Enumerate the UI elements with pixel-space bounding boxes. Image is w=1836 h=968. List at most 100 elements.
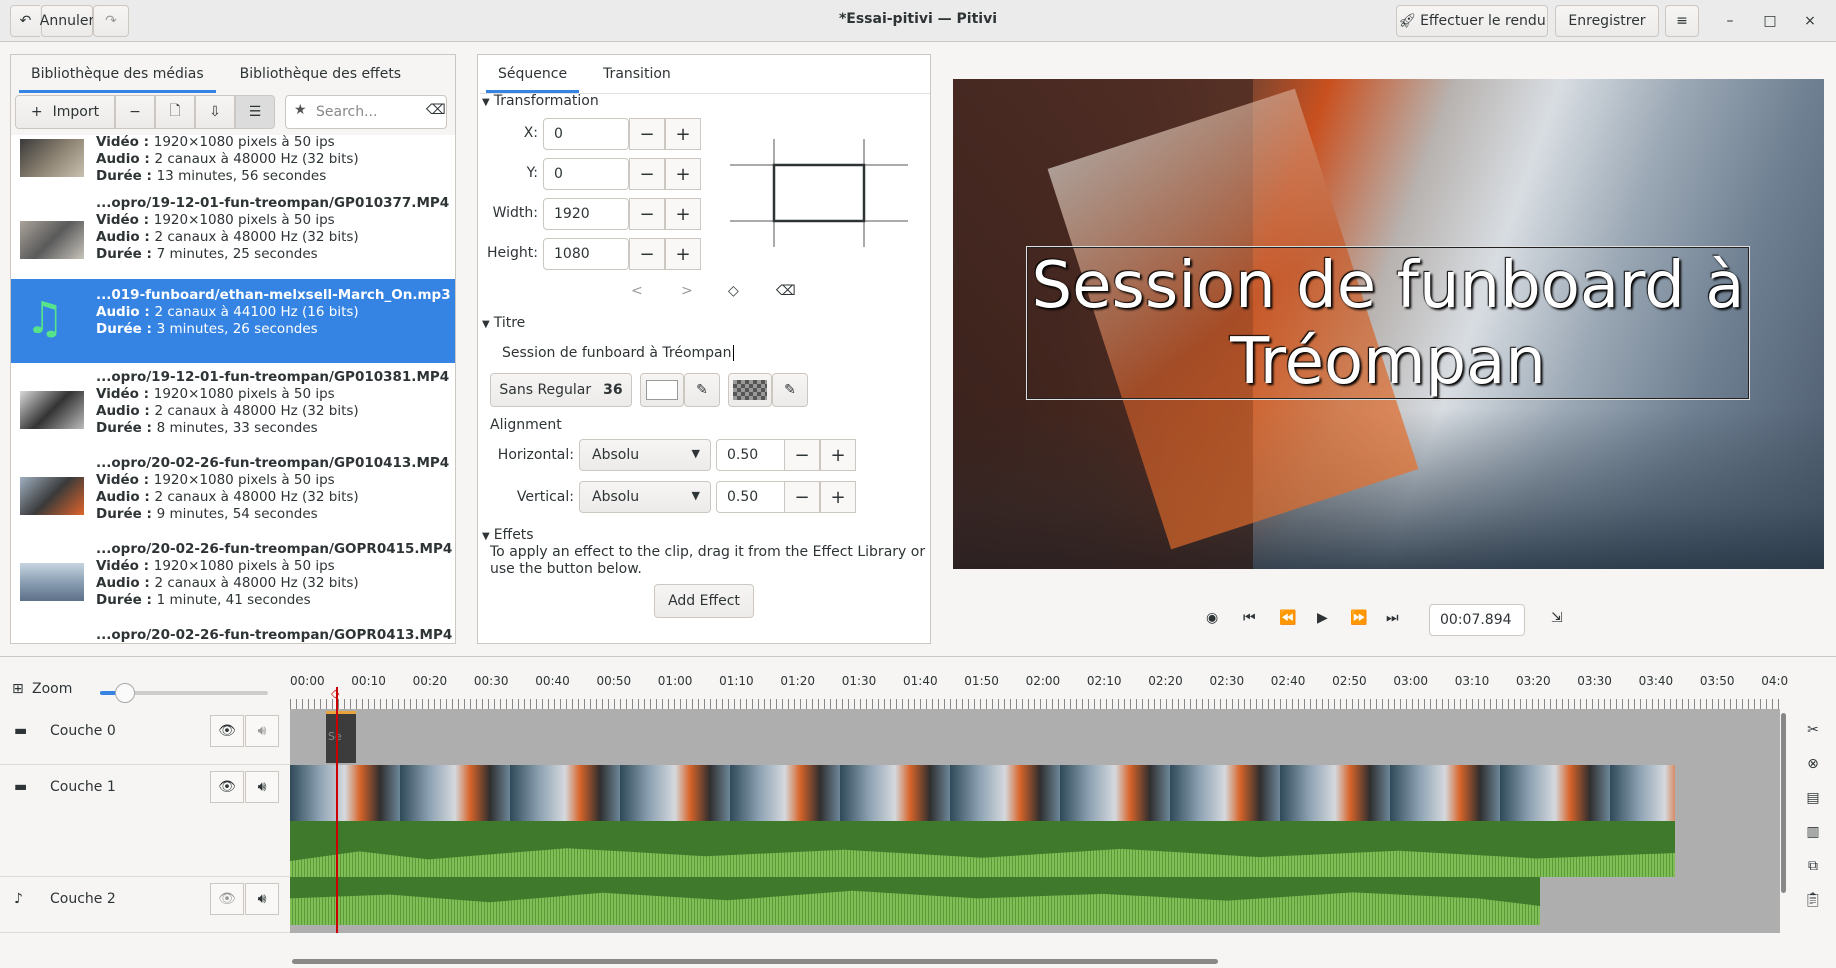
tab-sequence[interactable]: Séquence	[480, 55, 585, 93]
layer-audio-toggle[interactable]: 🔊︎	[245, 715, 279, 747]
x-decrement-button[interactable]: −	[629, 118, 665, 150]
layer-visibility-toggle[interactable]: 👁︎	[210, 771, 244, 803]
minimize-button[interactable]: –	[1718, 9, 1742, 33]
title-expander[interactable]: ▼ Titre	[482, 315, 525, 331]
next-keyframe-button[interactable]: >	[681, 283, 693, 299]
layer-header-1[interactable]: ▬ Couche 1 👁︎ 🔊︎	[0, 765, 290, 877]
go-to-start-button[interactable]: ⏮	[1243, 610, 1256, 626]
track-layer-1[interactable]	[290, 765, 1780, 877]
font-chooser-button[interactable]: Sans Regular 36	[490, 373, 632, 407]
text-color-button[interactable]	[640, 373, 684, 407]
video-clip-thumbnails[interactable]	[290, 765, 1675, 821]
remove-media-button[interactable]: −	[115, 95, 155, 129]
plus-icon: +	[30, 104, 43, 120]
media-list[interactable]: Vidéo : 1920×1080 pixels à 50 ips Audio …	[11, 135, 455, 643]
height-field[interactable]: 1080	[543, 238, 629, 270]
tab-effects-library[interactable]: Bibliothèque des effets	[222, 55, 419, 93]
track-layer-0[interactable]: Se	[290, 709, 1780, 765]
background-color-picker-button[interactable]: ✎	[772, 373, 808, 407]
list-item-selected[interactable]: ♫ ...019-funboard/ethan-melxsell-March_O…	[11, 279, 455, 363]
tab-media-library[interactable]: Bibliothèque des médias	[13, 55, 222, 93]
x-field[interactable]: 0	[543, 118, 629, 150]
time-ruler[interactable]: 00:00 00:10 00:20 00:30 00:40 00:50 01:00 01:10…	[290, 657, 1788, 709]
detach-viewer-button[interactable]: ⇲	[1551, 610, 1563, 626]
video-thumbnail	[20, 563, 84, 601]
split-clip-button[interactable]: ✂	[1798, 715, 1828, 745]
import-button[interactable]: + Import	[15, 95, 115, 129]
height-increment-button[interactable]: +	[665, 238, 701, 270]
list-item[interactable]: ...opro/20-02-26-fun-treompan/GOPR0413.M…	[11, 623, 455, 643]
delete-clip-button[interactable]: ⊗	[1798, 749, 1828, 779]
keyframe-toggle-button[interactable]: ◇	[728, 283, 739, 299]
close-button[interactable]: ×	[1798, 9, 1822, 33]
render-button[interactable]: 🚀︎ Effectuer le rendu	[1396, 5, 1548, 37]
align-clips-button[interactable]: ⧉	[1798, 851, 1828, 881]
clip-properties-button[interactable]: 🗋	[155, 95, 195, 129]
snapshot-button[interactable]: ◉	[1206, 610, 1218, 626]
reset-button[interactable]: ⌫	[776, 283, 796, 299]
y-field[interactable]: 0	[543, 158, 629, 190]
background-color-button[interactable]	[728, 373, 772, 407]
title-clip[interactable]: Se	[326, 711, 356, 763]
horizontal-increment-button[interactable]: +	[820, 439, 856, 471]
group-clips-button[interactable]: ▤	[1798, 783, 1828, 813]
width-increment-button[interactable]: +	[665, 198, 701, 230]
list-view-toggle[interactable]: ☰	[235, 95, 275, 129]
layer-visibility-toggle[interactable]: 👁︎	[210, 715, 244, 747]
layer-audio-toggle[interactable]: 🔊︎	[245, 771, 279, 803]
y-decrement-button[interactable]: −	[629, 158, 665, 190]
audio-waveform-clip[interactable]	[290, 821, 1675, 877]
vertical-decrement-button[interactable]: −	[784, 481, 820, 513]
play-button[interactable]: ▶	[1317, 610, 1328, 626]
ungroup-clips-button[interactable]: ▥	[1798, 817, 1828, 847]
list-item[interactable]: ...opro/19-12-01-fun-treompan/GP010381.M…	[11, 365, 455, 451]
effects-expander[interactable]: ▼ Effets	[482, 527, 534, 543]
music-clip[interactable]	[290, 877, 1540, 925]
zoom-slider-handle[interactable]	[115, 683, 136, 703]
layer-header-2[interactable]: ♪ Couche 2 👁︎ 🔊︎	[0, 877, 290, 933]
maximize-button[interactable]: □	[1758, 9, 1782, 33]
vertical-mode-select[interactable]: Absolu ▼	[579, 481, 711, 513]
layer-audio-toggle[interactable]: 🔊︎	[245, 883, 279, 915]
list-item[interactable]: ...opro/20-02-26-fun-treompan/GP010413.M…	[11, 451, 455, 537]
timeline-hscrollbar[interactable]	[292, 959, 1218, 964]
text-color-picker-button[interactable]: ✎	[684, 373, 720, 407]
forward-button[interactable]: ⏩	[1350, 610, 1367, 626]
horizontal-decrement-button[interactable]: −	[784, 439, 820, 471]
prev-keyframe-button[interactable]: <	[631, 283, 643, 299]
timeline-vscrollbar[interactable]	[1781, 713, 1786, 893]
track-layer-2[interactable]	[290, 877, 1780, 933]
main-menu-button[interactable]: ≡	[1665, 5, 1699, 37]
playhead[interactable]: ◇	[331, 687, 339, 933]
title-text-field[interactable]: Session de funboard à Tréompan	[502, 345, 922, 371]
tab-transition[interactable]: Transition	[585, 55, 689, 93]
y-increment-button[interactable]: +	[665, 158, 701, 190]
transform-preview[interactable]	[730, 139, 910, 249]
list-item[interactable]: ...opro/20-02-26-fun-treompan/GOPR0415.M…	[11, 537, 455, 623]
vertical-increment-button[interactable]: +	[820, 481, 856, 513]
x-increment-button[interactable]: +	[665, 118, 701, 150]
width-field[interactable]: 1920	[543, 198, 629, 230]
rocket-icon: 🚀︎	[1398, 13, 1417, 29]
save-button[interactable]: Enregistrer	[1555, 5, 1659, 37]
ruler-tick-label: 01:40	[903, 674, 938, 688]
timecode-field[interactable]: 00:07.894	[1429, 604, 1525, 636]
media-search-input[interactable]: ★ Search... ⌫	[285, 95, 447, 129]
list-item[interactable]: Vidéo : 1920×1080 pixels à 50 ips Audio …	[11, 135, 455, 195]
width-decrement-button[interactable]: −	[629, 198, 665, 230]
layer-visibility-toggle[interactable]: 👁︎	[210, 883, 244, 915]
paste-button[interactable]: 📋︎	[1798, 885, 1828, 915]
title-overlay-box[interactable]: Session de funboard à Tréompan	[1026, 246, 1750, 400]
zoom-slider[interactable]	[100, 683, 268, 703]
add-effect-button[interactable]: Add Effect	[654, 584, 754, 618]
minus-icon: −	[129, 104, 141, 120]
horizontal-mode-select[interactable]: Absolu ▼	[579, 439, 711, 471]
insert-end-button[interactable]: ⇩	[195, 95, 235, 129]
transformation-expander[interactable]: ▼ Transformation	[482, 93, 599, 109]
list-item[interactable]: ...opro/19-12-01-fun-treompan/GP010377.M…	[11, 195, 455, 281]
rewind-button[interactable]: ⏪	[1279, 610, 1296, 626]
go-to-end-button[interactable]: ⏭	[1386, 610, 1399, 626]
layer-header-0[interactable]: ▬ Couche 0 👁︎ 🔊︎	[0, 709, 290, 765]
video-viewer[interactable]: Session de funboard à Tréompan	[953, 79, 1824, 569]
height-decrement-button[interactable]: −	[629, 238, 665, 270]
